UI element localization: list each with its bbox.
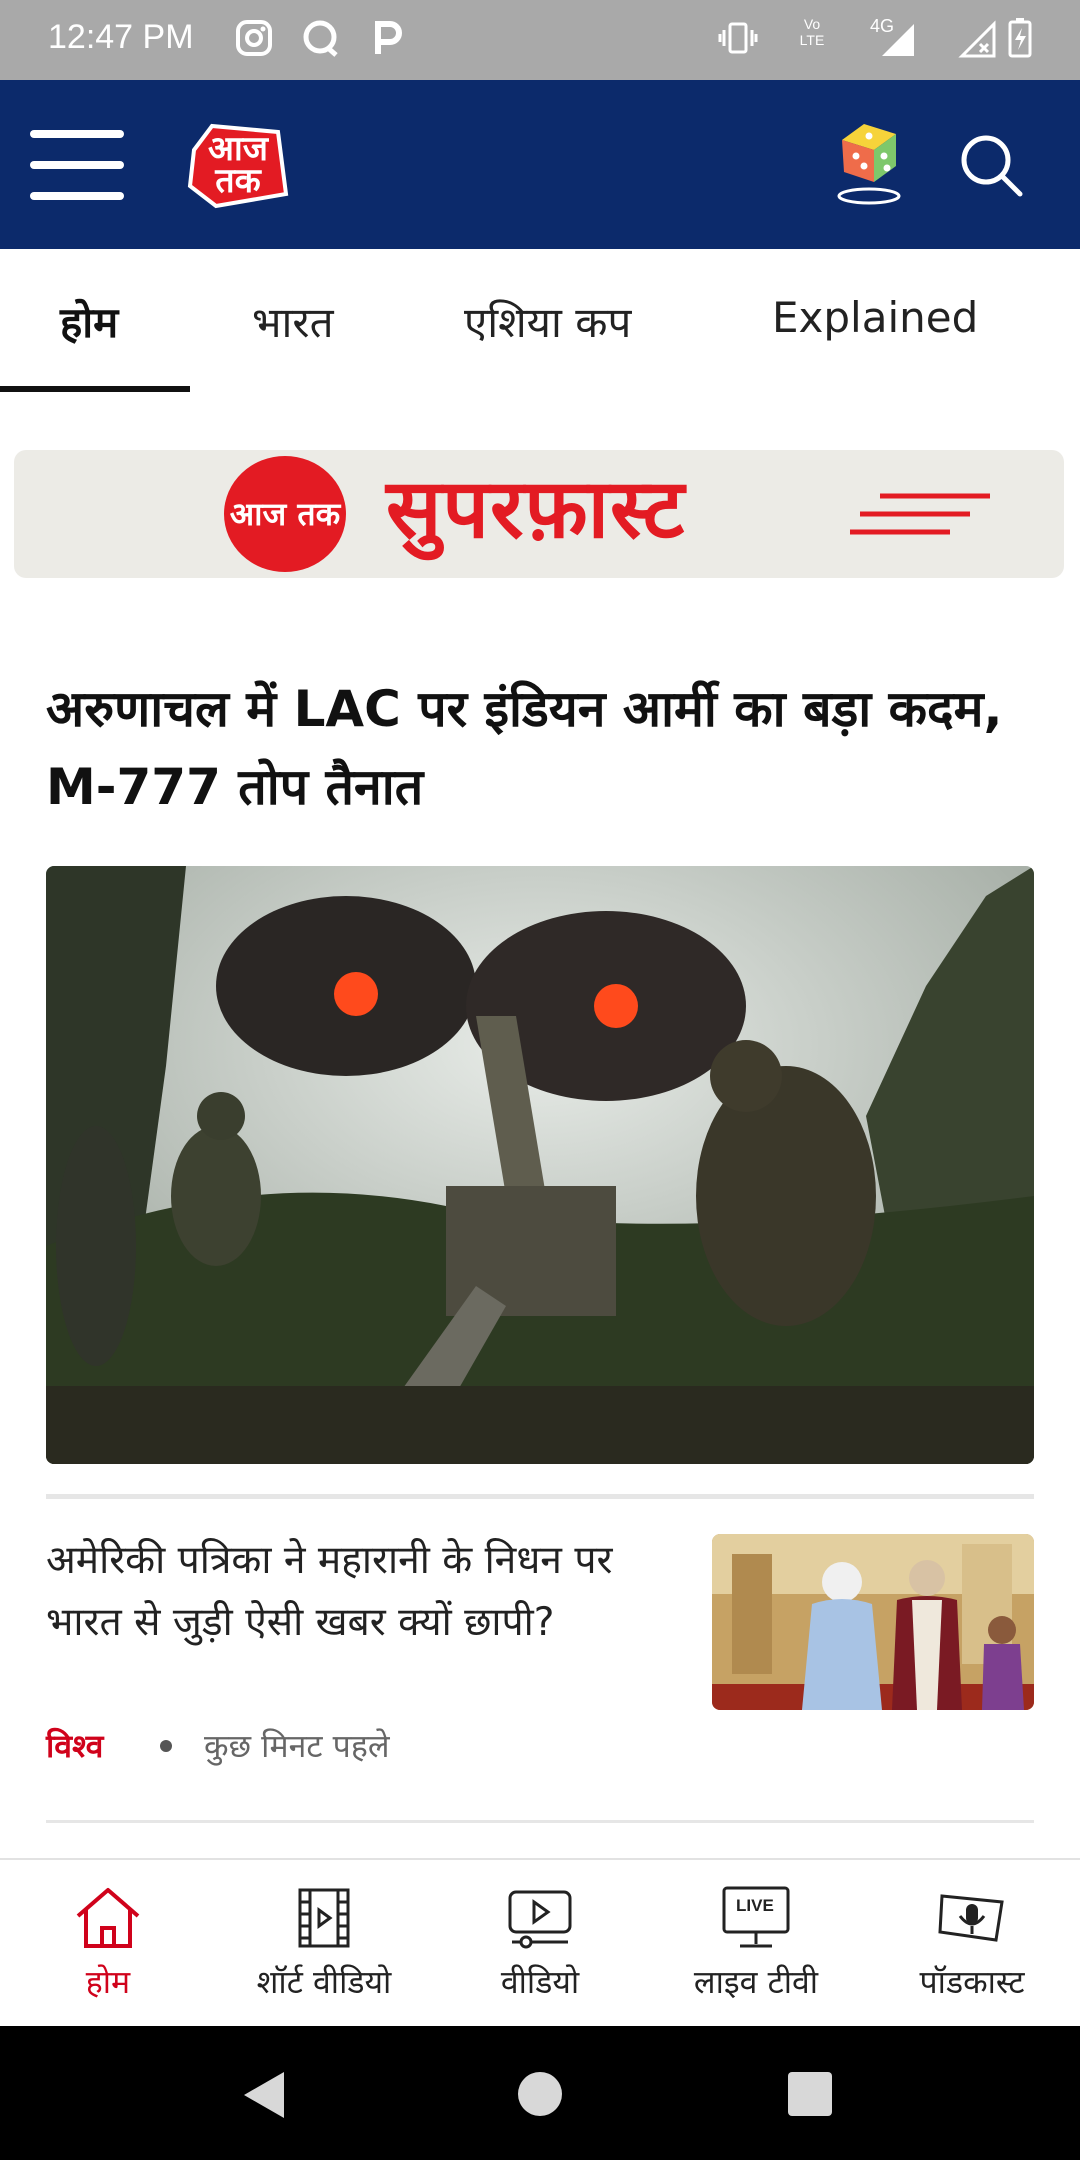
search-icon[interactable] [958,132,1024,198]
status-bar: 12:47 PM Vo LTE 4G [0,0,1080,80]
vibrate-icon [718,22,758,54]
banner-logo: आज तक [224,456,346,572]
tab-asia-cup[interactable]: एशिया कप [464,293,631,350]
home-button-icon[interactable] [516,2070,564,2118]
nav-video[interactable]: वीडियो [432,1860,648,2028]
instagram-icon [236,20,272,56]
section-divider [46,1494,1034,1499]
story-category[interactable]: विश्व [46,1724,103,1767]
dice-game-icon[interactable] [834,116,904,206]
nav-home[interactable]: होम [0,1860,216,2028]
tab-home[interactable]: होम [60,293,118,350]
superfast-banner[interactable]: आज तक सुपरफ़ास्ट [14,450,1064,578]
active-tab-indicator [0,386,190,392]
bottom-navigation: होम शॉर्ट वीडियो वीडियो LIVE लाइव टीवी प… [0,1858,1080,2028]
nav-live-tv-label: लाइव टीवी [693,1963,819,2001]
video-icon [508,1890,572,1949]
status-time: 12:47 PM [48,18,194,56]
category-tabs: होम भारत एशिया कप Explained [0,249,1080,393]
story-timestamp: कुछ मिनट पहले [204,1727,390,1765]
lead-story-title[interactable]: अरुणाचल में LAC पर इंडियन आर्मी का बड़ा … [46,670,1026,826]
signal-no-sim-icon [958,20,996,58]
nav-podcast[interactable]: पॉडकास्ट [864,1860,1080,2028]
chat-icon [303,20,338,57]
live-tv-icon [722,1886,790,1948]
nav-short-video-label: शॉर्ट वीडियो [256,1963,392,2001]
battery-icon [1008,18,1032,58]
story-title[interactable]: अमेरिकी पत्रिका ने महारानी के निधन पर भा… [46,1530,686,1654]
volte-icon: Vo LTE [799,16,825,48]
lead-story-image[interactable] [46,866,1034,1464]
nav-podcast-label: पॉडकास्ट [919,1963,1025,2001]
section-divider [46,1820,1034,1823]
nav-video-label: वीडियो [500,1963,580,2001]
aajtak-logo[interactable]: आज तक [186,120,290,210]
banner-title: सुपरफ़ास्ट [386,462,686,557]
menu-icon[interactable] [30,130,124,200]
nav-home-label: होम [85,1963,131,2001]
tab-explained[interactable]: Explained [772,293,978,342]
paytm-icon [375,21,402,54]
live-badge: LIVE [736,1896,774,1915]
speed-lines-icon [850,493,990,535]
podcast-icon [938,1894,1004,1942]
nav-live-tv[interactable]: LIVE लाइव टीवी [648,1860,864,2028]
story-thumbnail[interactable] [712,1534,1034,1710]
signal-icon [882,24,914,56]
back-icon[interactable] [240,2070,288,2120]
nav-short-video[interactable]: शॉर्ट वीडियो [216,1860,432,2028]
logo-text: आज तक [208,129,268,201]
home-icon [76,1888,140,1948]
film-icon [298,1888,350,1948]
meta-separator-dot [160,1740,172,1752]
system-navigation-bar [0,2026,1080,2160]
recents-icon[interactable] [786,2070,834,2118]
tab-bharat[interactable]: भारत [252,293,334,350]
app-header: आज तक [0,80,1080,249]
